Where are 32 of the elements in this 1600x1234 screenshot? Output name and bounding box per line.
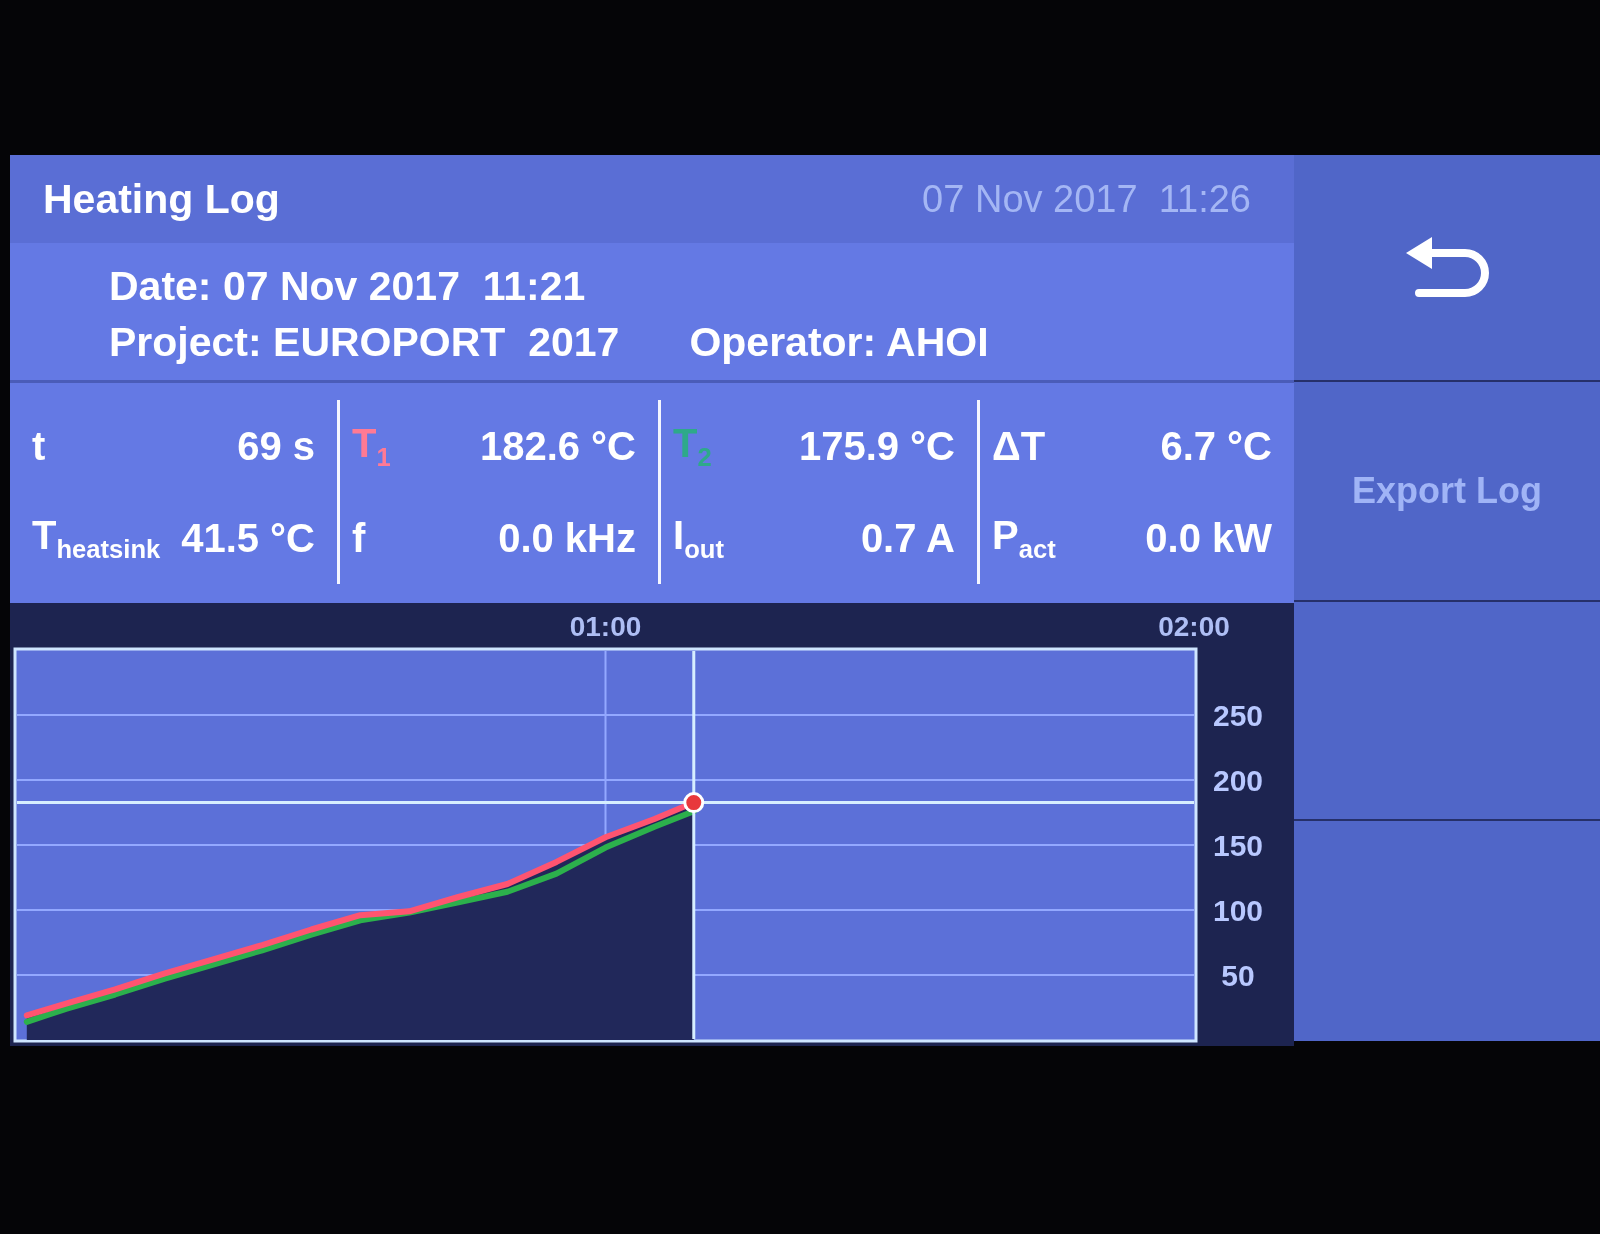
back-button[interactable]: [1294, 155, 1600, 380]
metric-symbol: I$_{out}$: [673, 512, 724, 564]
export-log-button[interactable]: Export Log: [1294, 382, 1600, 600]
operator-text: Operator: AHOI: [689, 318, 989, 366]
x-tick-label: 01:00: [569, 611, 642, 642]
metric-value: 69 s: [237, 423, 315, 469]
metric-symbol: P$_{act}$: [992, 512, 1056, 564]
y-tick-label: 250: [1212, 699, 1264, 732]
cursor-marker-icon: [683, 792, 705, 814]
y-tick-label: 150: [1212, 829, 1264, 862]
metric-symbol: f: [352, 515, 366, 561]
screen-title: Heating Log: [43, 175, 280, 223]
metric-symbol: t: [32, 423, 46, 469]
metric-value: 175.9 °C: [798, 423, 955, 469]
metric-value: 182.6 °C: [479, 423, 636, 469]
metric-symbol: T$_{2}$: [673, 420, 712, 472]
y-tick-label: 100: [1212, 894, 1264, 927]
y-tick-label: 50: [1221, 959, 1255, 992]
metric-symbol: T$_{1}$: [352, 420, 391, 472]
x-tick-label: 02:00: [1158, 611, 1230, 642]
metric-symbol: ΔT: [992, 423, 1046, 469]
metric-value: 6.7 °C: [1160, 423, 1272, 469]
metric-value: 0.7 A: [860, 515, 955, 561]
back-arrow-icon: [1405, 235, 1489, 300]
date-text: Date: 07 Nov 2017 11:21: [109, 262, 586, 310]
project-text: Project: EUROPORT 2017: [109, 318, 620, 366]
clock-text: 07 Nov 2017 11:26: [922, 177, 1251, 221]
metric-value: 41.5 °C: [181, 515, 315, 561]
y-tick-label: 200: [1212, 764, 1264, 797]
metric-symbol: T$_{heatsink}$: [32, 512, 161, 564]
metric-value: 0.0 kW: [1145, 515, 1272, 561]
metric-value: 0.0 kHz: [498, 515, 636, 561]
